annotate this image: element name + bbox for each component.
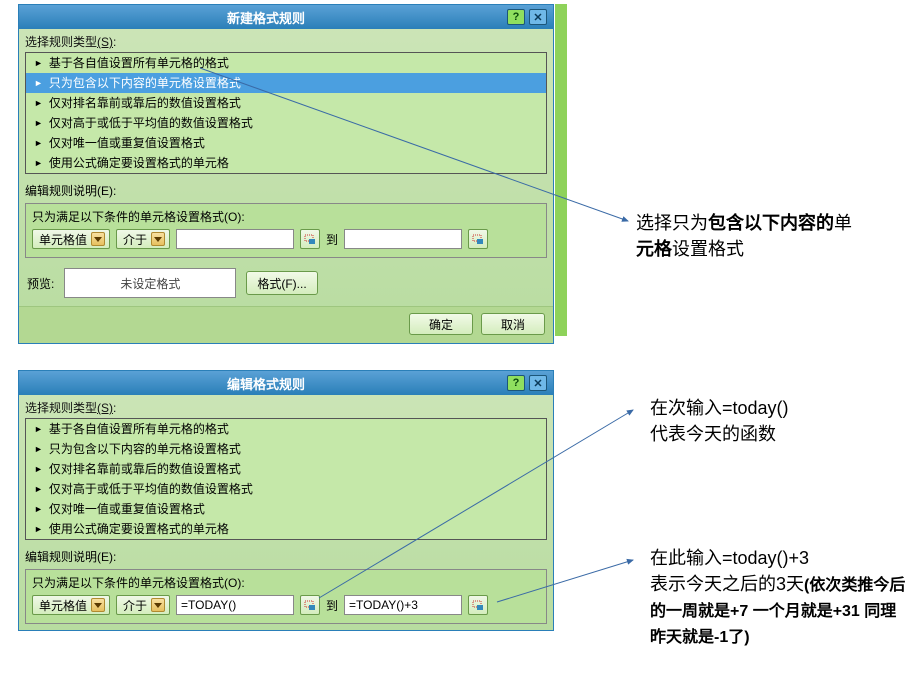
chevron-right-icon: ►	[34, 441, 43, 457]
dialog-titlebar: 新建格式规则 ? ✕	[19, 5, 553, 29]
dialog-title: 编辑格式规则	[25, 374, 507, 393]
preview-label: 预览:	[25, 275, 54, 292]
chevron-down-icon	[151, 598, 165, 612]
range-picker-icon[interactable]	[300, 229, 320, 249]
chevron-right-icon: ►	[34, 155, 43, 171]
chevron-right-icon: ►	[34, 481, 43, 497]
format-button[interactable]: 格式(F)...	[246, 271, 317, 295]
chevron-right-icon: ►	[34, 55, 43, 71]
chevron-right-icon: ►	[34, 95, 43, 111]
annotation-text: 在此输入=today()+3 表示今天之后的3天(依次类推今后的一周就是+7 一…	[650, 545, 910, 650]
chevron-right-icon: ►	[34, 461, 43, 477]
operator-dropdown[interactable]: 介于	[116, 229, 170, 249]
chevron-right-icon: ►	[34, 421, 43, 437]
arrow-annotation-icon	[493, 560, 643, 610]
annotation-text: 在次输入=today() 代表今天的函数	[650, 395, 910, 447]
annotation-text: 选择只为包含以下内容的单 元格设置格式	[636, 210, 916, 262]
help-button[interactable]: ?	[507, 9, 525, 25]
preview-box: 未设定格式	[64, 268, 236, 298]
range-picker-icon[interactable]	[468, 229, 488, 249]
chevron-right-icon: ►	[34, 115, 43, 131]
chevron-right-icon: ►	[34, 75, 43, 91]
dialog-title: 新建格式规则	[25, 8, 507, 27]
between-label: 到	[326, 231, 338, 248]
chevron-right-icon: ►	[34, 135, 43, 151]
cancel-button[interactable]: 取消	[481, 313, 545, 335]
value-from-input[interactable]	[176, 229, 294, 249]
rule-type-label: 选择规则类型(S):	[19, 29, 553, 52]
cell-value-dropdown[interactable]: 单元格值	[32, 229, 110, 249]
chevron-down-icon	[151, 232, 165, 246]
dialog-titlebar: 编辑格式规则 ? ✕	[19, 371, 553, 395]
arrow-annotation-icon	[200, 68, 640, 228]
value-from-input[interactable]	[176, 595, 294, 615]
help-button[interactable]: ?	[507, 375, 525, 391]
close-button[interactable]: ✕	[529, 375, 547, 391]
close-button[interactable]: ✕	[529, 9, 547, 25]
chevron-down-icon	[91, 598, 105, 612]
cell-value-dropdown[interactable]: 单元格值	[32, 595, 110, 615]
chevron-right-icon: ►	[34, 521, 43, 537]
ok-button[interactable]: 确定	[409, 313, 473, 335]
operator-dropdown[interactable]: 介于	[116, 595, 170, 615]
value-to-input[interactable]	[344, 229, 462, 249]
chevron-down-icon	[91, 232, 105, 246]
chevron-right-icon: ►	[34, 501, 43, 517]
